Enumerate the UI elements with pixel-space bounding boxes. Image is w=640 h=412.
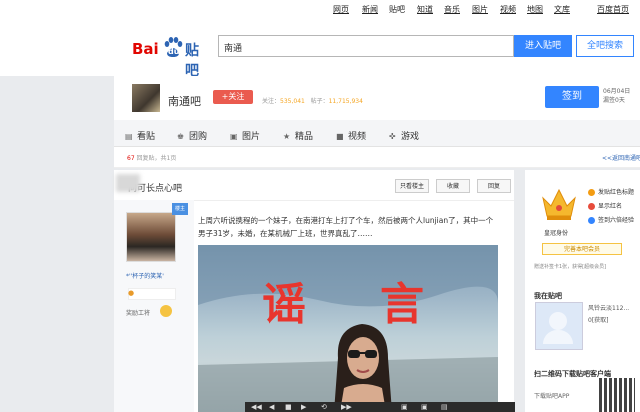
media-toolbar: ◀◀ ◀ ■ ▶ ⟲ ▶▶ ▣ ▣ ▤ — [245, 402, 515, 412]
reply-count: 67 回复贴，共1页 — [127, 153, 176, 162]
search-input[interactable]: 南通 — [218, 35, 514, 57]
name-badge-icon — [588, 203, 595, 210]
topnav-baidu-home[interactable]: 百度首页 — [597, 4, 629, 15]
topnav-tieba[interactable]: 贴吧 — [389, 4, 405, 15]
benefit-label: 显示红名 — [598, 203, 623, 210]
posts-label: 帖子： — [310, 98, 329, 105]
star-icon: ★ — [283, 132, 291, 141]
tab-label: 图片 — [242, 132, 261, 142]
title-badge-icon — [588, 189, 595, 196]
benefit-item: 签到六倍经验 — [588, 214, 634, 228]
video-icon: ■ — [336, 132, 344, 141]
rumor-text-1: 谣 — [262, 279, 306, 330]
favorite-button[interactable]: 收藏 — [436, 179, 470, 193]
list-icon[interactable]: ▤ — [441, 403, 448, 411]
forum-avatar[interactable] — [132, 84, 160, 112]
topnav-wenku[interactable]: 文库 — [554, 4, 570, 15]
title-blur-mask — [116, 174, 140, 192]
tab-label: 看贴 — [137, 132, 156, 142]
topnav-video[interactable]: 视频 — [500, 4, 516, 15]
top-nav: 网页 新闻 贴吧 知道 音乐 图片 视频 地图 文库 百度首页 — [0, 0, 640, 18]
logo-tieba: 贴吧 — [185, 43, 199, 79]
benefit-label: 发贴红色标题 — [598, 189, 635, 196]
crown-icon — [542, 188, 576, 220]
only-op-button[interactable]: 只看楼主 — [395, 179, 429, 193]
search-all-button[interactable]: 全吧搜索 — [576, 35, 634, 57]
sign-in-button[interactable]: 签到 — [545, 86, 599, 108]
author-avatar[interactable] — [126, 212, 176, 262]
author-role: 奖励工将 — [126, 310, 151, 317]
tab-label: 精品 — [295, 132, 314, 142]
groupbuy-icon: ♚ — [177, 132, 185, 141]
level-bar — [128, 288, 176, 300]
forum-stats: 关注：535,041 帖子：11,715,934 — [262, 96, 363, 105]
author-username[interactable]: *''杯子的笑某' — [126, 271, 164, 280]
sign-date-sub: 漏签0天 — [603, 97, 625, 104]
gamepad-icon: ✜ — [389, 132, 396, 141]
app-download-link[interactable]: 下载贴吧APP — [534, 391, 569, 400]
followers-label: 关注： — [262, 98, 281, 105]
level-icon: ● — [128, 289, 135, 297]
topnav-news[interactable]: 新闻 — [362, 4, 378, 15]
benefit-item: 发贴红色标题 — [588, 186, 634, 200]
member-benefits: 发贴红色标题 显示红名 签到六倍经验 — [588, 186, 634, 228]
qr-code-icon — [599, 378, 635, 412]
logo-bai: Bai — [132, 40, 159, 58]
reply-button[interactable]: 回复 — [477, 179, 511, 193]
benefit-label: 签到六倍经验 — [598, 217, 635, 224]
exp-badge-icon — [588, 217, 595, 224]
posts-count: 11,715,934 — [328, 98, 363, 105]
medal-icon — [160, 305, 172, 317]
reply-text: 回复贴，共1页 — [134, 155, 177, 162]
tab-games[interactable]: ✜ 游戏 — [389, 129, 419, 142]
back-to-forum-link[interactable]: <<返回南通吧 — [602, 153, 640, 162]
logo-du: du — [168, 47, 180, 56]
tab-video[interactable]: ■ 视频 — [336, 129, 366, 142]
join-member-button[interactable]: 完善本吧会员 — [542, 243, 622, 255]
sign-date: 06月04日 漏签0天 — [603, 87, 630, 105]
my-info: 风铃云淡112... 0[获取] — [588, 303, 629, 327]
benefit-item: 显示红名 — [588, 200, 634, 214]
forward-icon[interactable]: ▶▶ — [341, 403, 352, 411]
sign-date-day: 06月04日 — [603, 88, 631, 95]
avatar-head-icon — [549, 312, 567, 330]
followers-count: 535,041 — [280, 98, 305, 105]
crown-label: 皇冠身份 — [544, 230, 569, 237]
my-tieba-title: 我在贴吧 — [534, 292, 562, 300]
my-points[interactable]: 0[获取] — [588, 315, 629, 327]
search-value: 南通 — [224, 44, 243, 54]
tab-label: 视频 — [348, 132, 367, 142]
my-username[interactable]: 风铃云淡112... — [588, 303, 629, 315]
tieba-logo[interactable]: Bai du 贴吧 — [132, 37, 212, 79]
tab-label: 团购 — [189, 132, 208, 142]
topnav-images[interactable]: 图片 — [472, 4, 488, 15]
tab-label: 游戏 — [401, 132, 420, 142]
tab-featured[interactable]: ★ 精品 — [283, 129, 313, 142]
topnav-music[interactable]: 音乐 — [444, 4, 460, 15]
save-icon[interactable]: ▣ — [401, 403, 408, 411]
topnav-web[interactable]: 网页 — [333, 4, 349, 15]
tab-posts[interactable]: ▤ 看贴 — [125, 129, 155, 142]
copy-icon[interactable]: ▣ — [421, 403, 428, 411]
membership-note: 赠送补签卡1张，获得[超级会员] — [534, 264, 607, 270]
picture-icon: ▣ — [230, 132, 238, 141]
topnav-zhidao[interactable]: 知道 — [417, 4, 433, 15]
tab-groupbuy[interactable]: ♚ 团购 — [177, 129, 207, 142]
rotate-icon[interactable]: ⟲ — [321, 403, 327, 411]
reply-number: 67 — [127, 155, 135, 162]
rewind-icon[interactable]: ◀◀ — [251, 403, 262, 411]
thread-info-bar — [114, 147, 640, 168]
play-icon[interactable]: ▶ — [301, 403, 306, 411]
posts-icon: ▤ — [125, 132, 133, 141]
enter-forum-button[interactable]: 进入贴吧 — [514, 35, 572, 57]
forum-name[interactable]: 南通吧 — [168, 93, 201, 109]
prev-icon[interactable]: ◀ — [269, 403, 274, 411]
follow-button[interactable]: +关注 — [213, 90, 253, 104]
woman-figure — [334, 324, 392, 412]
stop-icon[interactable]: ■ — [285, 403, 292, 411]
topnav-map[interactable]: 地图 — [527, 4, 543, 15]
op-badge: 楼主 — [172, 203, 188, 215]
post-body-text: 上周六听说携程的一个妹子，在南港打车上打了个车，然后被两个人lunjian了，其… — [198, 216, 494, 238]
tab-pictures[interactable]: ▣ 图片 — [230, 129, 260, 142]
